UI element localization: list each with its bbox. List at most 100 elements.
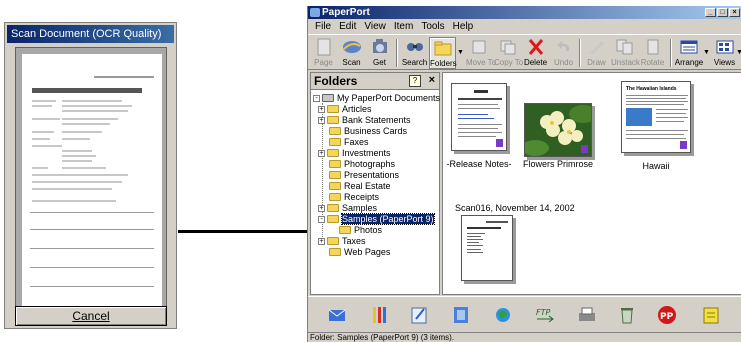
- menu-help[interactable]: Help: [449, 21, 478, 32]
- window-controls: _ □ ×: [705, 8, 740, 17]
- search-icon: [406, 43, 423, 51]
- page-label: Page: [314, 58, 333, 67]
- toolbar-separator: [670, 39, 672, 67]
- cancel-button[interactable]: Cancel: [15, 306, 167, 326]
- undo-button[interactable]: Undo: [550, 37, 577, 69]
- sendto-bar: FTP PP: [308, 296, 741, 331]
- scan-preview: [15, 47, 167, 311]
- thumb-line: [458, 98, 502, 100]
- preview-rule: [30, 229, 154, 230]
- folder-icon: [329, 171, 341, 179]
- preview-line: [62, 174, 128, 176]
- page-button[interactable]: Page: [310, 37, 337, 69]
- thumb-line: [467, 245, 483, 246]
- thumb-line: [626, 95, 688, 96]
- expand-icon[interactable]: +: [318, 150, 325, 157]
- map-image: [626, 108, 652, 126]
- menu-file[interactable]: File: [311, 21, 335, 32]
- preview-line: [62, 110, 128, 112]
- menu-tools[interactable]: Tools: [417, 21, 448, 32]
- get-button[interactable]: Get: [366, 37, 393, 69]
- word-icon[interactable]: [450, 305, 472, 325]
- unstack-label: Unstack: [611, 58, 640, 67]
- note-icon[interactable]: [700, 305, 722, 325]
- preview-line: [62, 123, 110, 125]
- expand-icon[interactable]: +: [318, 238, 325, 245]
- arrange-dropdown-icon[interactable]: ▼: [703, 49, 710, 56]
- notepad-icon[interactable]: [408, 305, 430, 325]
- browser-icon[interactable]: [492, 305, 514, 325]
- preview-line: [62, 155, 96, 157]
- expand-icon[interactable]: +: [318, 205, 325, 212]
- unstack-button[interactable]: Unstack: [611, 37, 640, 69]
- minimize-button[interactable]: _: [705, 8, 716, 17]
- menu-view[interactable]: View: [360, 21, 390, 32]
- collapse-icon[interactable]: -: [313, 95, 320, 102]
- item-scan016[interactable]: [461, 215, 513, 281]
- expand-icon[interactable]: +: [318, 106, 325, 113]
- arrange-label: Arrange: [674, 58, 704, 67]
- views-label: Views: [713, 58, 736, 67]
- preview-rule: [30, 286, 154, 287]
- preview-line: [32, 105, 52, 107]
- arrange-button[interactable]: Arrange: [674, 37, 704, 69]
- folder-icon: [327, 105, 339, 113]
- thumb-line: [458, 124, 502, 125]
- collapse-icon[interactable]: -: [318, 216, 325, 223]
- toolbar-separator: [579, 39, 581, 67]
- preview-line: [62, 138, 90, 140]
- thumb-line: [626, 138, 686, 139]
- folders-button[interactable]: Folders: [429, 37, 457, 69]
- photo-badge-icon: [581, 145, 588, 153]
- expand-icon[interactable]: +: [318, 117, 325, 124]
- help-icon[interactable]: ?: [409, 75, 421, 87]
- folder-label: Web Pages: [344, 247, 391, 257]
- thumb-line: [467, 233, 485, 234]
- preview-line: [32, 200, 62, 202]
- status-bar: Folder: Samples (PaperPort 9) (3 items).: [308, 332, 741, 342]
- menu-item[interactable]: Item: [390, 21, 417, 32]
- pdf-icon[interactable]: PP: [656, 305, 678, 325]
- copy-to-button[interactable]: Copy To: [494, 37, 523, 69]
- views-dropdown-icon[interactable]: ▼: [736, 49, 741, 56]
- views-button[interactable]: Views: [711, 37, 738, 69]
- rotate-button[interactable]: Rotate: [639, 37, 666, 69]
- folder-label: Samples: [342, 203, 378, 213]
- preview-line: [62, 181, 122, 183]
- scan-button[interactable]: Scan: [338, 37, 365, 69]
- paint-icon[interactable]: [368, 305, 390, 325]
- menu-bar: File Edit View Item Tools Help: [308, 19, 741, 33]
- preview-line: [62, 150, 92, 152]
- draw-button[interactable]: Draw: [583, 37, 610, 69]
- printer-icon[interactable]: [576, 305, 598, 325]
- draw-label: Draw: [587, 58, 606, 67]
- draw-icon: [589, 41, 604, 55]
- folder-icon: [327, 116, 339, 124]
- delete-icon: [528, 39, 543, 55]
- preview-header-text: [94, 76, 154, 78]
- menu-edit[interactable]: Edit: [335, 21, 360, 32]
- undo-icon: [556, 41, 569, 51]
- thumb-line: [656, 121, 684, 122]
- thumb-line: [458, 136, 496, 137]
- folder-label: Business Cards: [344, 126, 408, 136]
- close-folders-icon[interactable]: ×: [429, 74, 435, 86]
- move-to-button[interactable]: Move To: [466, 37, 496, 69]
- outlook-icon[interactable]: [326, 305, 348, 325]
- folder-icon: [327, 204, 339, 212]
- thumb-line: [626, 104, 684, 105]
- ftp-icon[interactable]: FTP: [534, 305, 556, 325]
- preview-line: [62, 160, 92, 162]
- item-caption: Flowers Primrose: [522, 159, 593, 169]
- delete-button[interactable]: Delete: [522, 37, 549, 69]
- maximize-button[interactable]: □: [717, 8, 728, 17]
- preview-rule: [30, 267, 154, 268]
- recycle-icon[interactable]: [616, 305, 638, 325]
- search-button[interactable]: Search: [401, 37, 428, 69]
- folder-icon: [329, 138, 341, 146]
- toolbar-separator: [396, 39, 398, 67]
- scan-dialog: Scan Document (OCR Quality) Cancel: [4, 22, 177, 329]
- folder-web-pages[interactable]: Web Pages: [329, 246, 390, 258]
- folders-dropdown-icon[interactable]: ▼: [457, 49, 464, 56]
- close-button[interactable]: ×: [729, 8, 740, 17]
